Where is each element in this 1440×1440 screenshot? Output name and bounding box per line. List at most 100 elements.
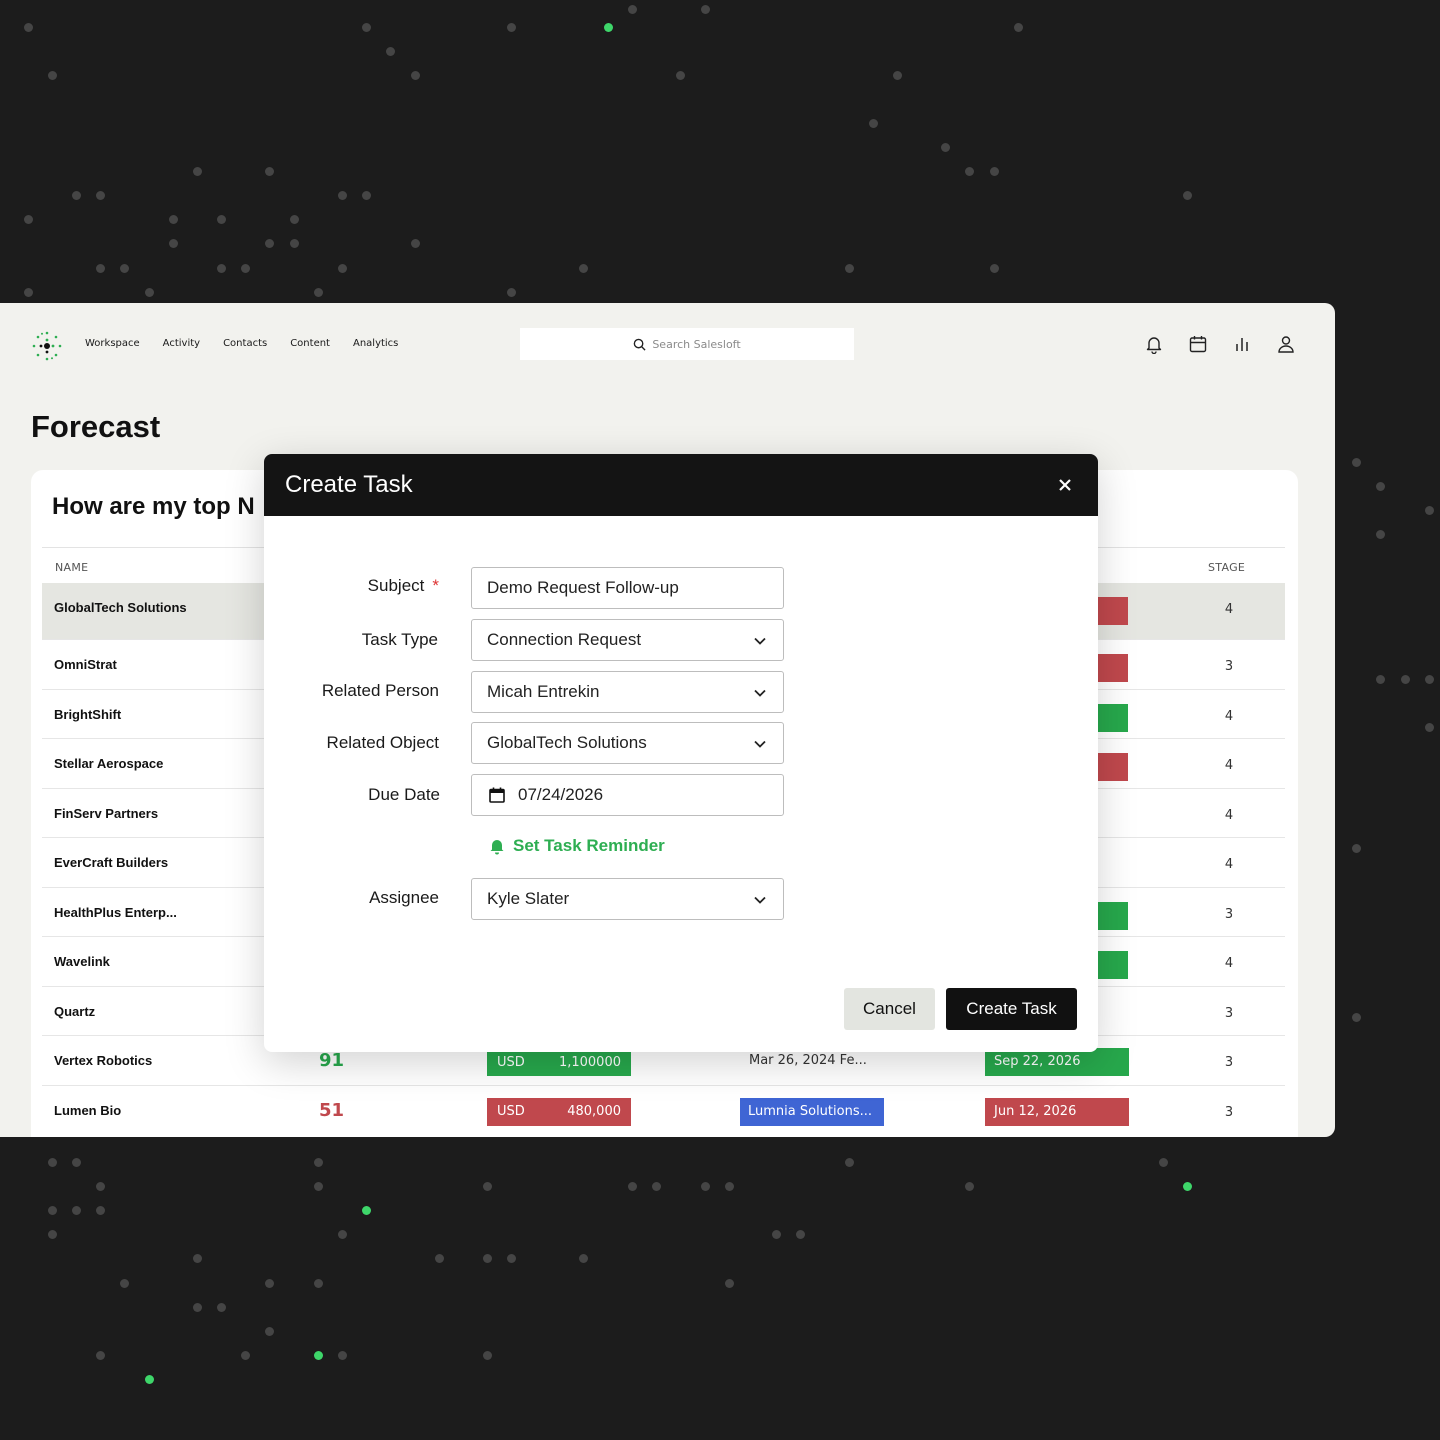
background-dot (507, 1254, 516, 1263)
row-stage: 3 (1224, 1104, 1234, 1120)
background-dot (1425, 506, 1434, 515)
row-name[interactable]: OmniStrat (54, 657, 117, 672)
background-dot (869, 119, 878, 128)
nav-content[interactable]: Content (290, 338, 330, 349)
search-input[interactable]: Search Salesloft (520, 328, 854, 360)
row-name[interactable]: Wavelink (54, 954, 110, 969)
column-name-header[interactable]: NAME (55, 561, 88, 574)
background-dot (483, 1351, 492, 1360)
search-placeholder: Search Salesloft (652, 337, 741, 351)
amount-badge: USD 1,100000 (487, 1048, 631, 1076)
background-dot (96, 1206, 105, 1215)
cancel-button[interactable]: Cancel (844, 988, 935, 1030)
background-dot (796, 1230, 805, 1239)
background-dot (1401, 675, 1410, 684)
amount: 1,100000 (558, 1054, 621, 1070)
create-task-button[interactable]: Create Task (946, 988, 1077, 1030)
row-name[interactable]: EverCraft Builders (54, 855, 168, 870)
row-stage: 4 (1224, 956, 1234, 971)
column-stage-header[interactable]: STAGE (1208, 561, 1245, 574)
close-icon[interactable] (1054, 474, 1076, 496)
background-dot (193, 1254, 202, 1263)
calendar-icon[interactable] (1188, 334, 1208, 354)
related-person-select[interactable]: Micah Entrekin (471, 671, 784, 713)
task-type-select[interactable]: Connection Request (471, 619, 784, 661)
related-object-select[interactable]: GlobalTech Solutions (471, 722, 784, 764)
background-dot (96, 1351, 105, 1360)
row-name[interactable]: Quartz (54, 1004, 95, 1019)
due-date-field[interactable]: 07/24/2026 (471, 774, 784, 816)
bell-icon[interactable] (1144, 334, 1164, 354)
set-reminder-link[interactable]: Set Task Reminder (488, 836, 665, 856)
top-nav: Workspace Activity Contacts Content Anal… (0, 303, 1335, 387)
row-name[interactable]: BrightShift (54, 707, 121, 722)
background-dot (483, 1182, 492, 1191)
required-marker: * (432, 576, 439, 595)
background-dot (314, 288, 323, 297)
background-dot (265, 1279, 274, 1288)
background-dot (241, 1351, 250, 1360)
row-stage: 3 (1224, 906, 1234, 922)
card-title: How are my top N (52, 493, 255, 520)
nav-analytics[interactable]: Analytics (353, 338, 398, 349)
background-dot (24, 23, 33, 32)
bell-icon (490, 840, 504, 855)
background-dot (772, 1230, 781, 1239)
row-name[interactable]: GlobalTech Solutions (54, 600, 187, 615)
row-name[interactable]: Stellar Aerospace (54, 756, 163, 771)
calendar-icon[interactable] (488, 786, 506, 804)
nav-workspace[interactable]: Workspace (85, 338, 140, 349)
currency: USD (497, 1054, 525, 1070)
chevron-down-icon (754, 896, 766, 904)
background-dot (48, 71, 57, 80)
background-dot (169, 215, 178, 224)
related-object-label: Related Object (326, 733, 439, 752)
background-dot (314, 1279, 323, 1288)
table-row[interactable]: Lumen Bio 51 USD 480,000 Lumnia Solutions...… (42, 1084, 1285, 1135)
row-name[interactable]: Vertex Robotics (54, 1053, 152, 1068)
background-dot (386, 47, 395, 56)
background-dot (845, 1158, 854, 1167)
background-dot (241, 264, 250, 273)
background-dot (1425, 723, 1434, 732)
background-dot (338, 191, 347, 200)
nav-activity[interactable]: Activity (163, 338, 200, 349)
status-bar (1097, 703, 1128, 732)
background-dot (411, 239, 420, 248)
row-stage: 4 (1224, 708, 1234, 724)
background-dot (507, 288, 516, 297)
row-name[interactable]: Lumen Bio (54, 1103, 121, 1118)
row-stage: 3 (1224, 1055, 1234, 1070)
background-dot (652, 1182, 661, 1191)
row-name[interactable]: HealthPlus Enterp... (54, 905, 177, 920)
row-stage: 3 (1224, 659, 1234, 674)
background-dot (990, 167, 999, 176)
background-dot (965, 1182, 974, 1191)
background-dot-green (314, 1351, 323, 1360)
due-date-value: 07/24/2026 (518, 785, 604, 804)
row-name[interactable]: FinServ Partners (54, 806, 158, 821)
due-date-label: Due Date (368, 785, 440, 804)
background-dot (1425, 675, 1434, 684)
assignee-select[interactable]: Kyle Slater (471, 878, 784, 920)
user-icon[interactable] (1276, 334, 1296, 354)
subject-label: Subject * (264, 576, 439, 596)
bar-chart-icon[interactable] (1232, 334, 1252, 354)
background-dot (169, 239, 178, 248)
related-chip[interactable]: Lumnia Solutions... (740, 1097, 884, 1126)
subject-field[interactable]: Demo Request Follow-up (471, 567, 784, 609)
background-dot (217, 1303, 226, 1312)
background-dot (96, 264, 105, 273)
background-dot (48, 1206, 57, 1215)
chevron-down-icon (754, 637, 766, 645)
background-dot (701, 1182, 710, 1191)
nav-links: Workspace Activity Contacts Content Anal… (85, 338, 398, 349)
background-dot (193, 1303, 202, 1312)
background-dot (435, 1254, 444, 1263)
nav-contacts[interactable]: Contacts (223, 338, 267, 349)
salesloft-logo-icon (32, 331, 62, 361)
background-dot (120, 1279, 129, 1288)
chevron-down-icon (754, 740, 766, 748)
background-dot (338, 1230, 347, 1239)
background-dot (1352, 1013, 1361, 1022)
